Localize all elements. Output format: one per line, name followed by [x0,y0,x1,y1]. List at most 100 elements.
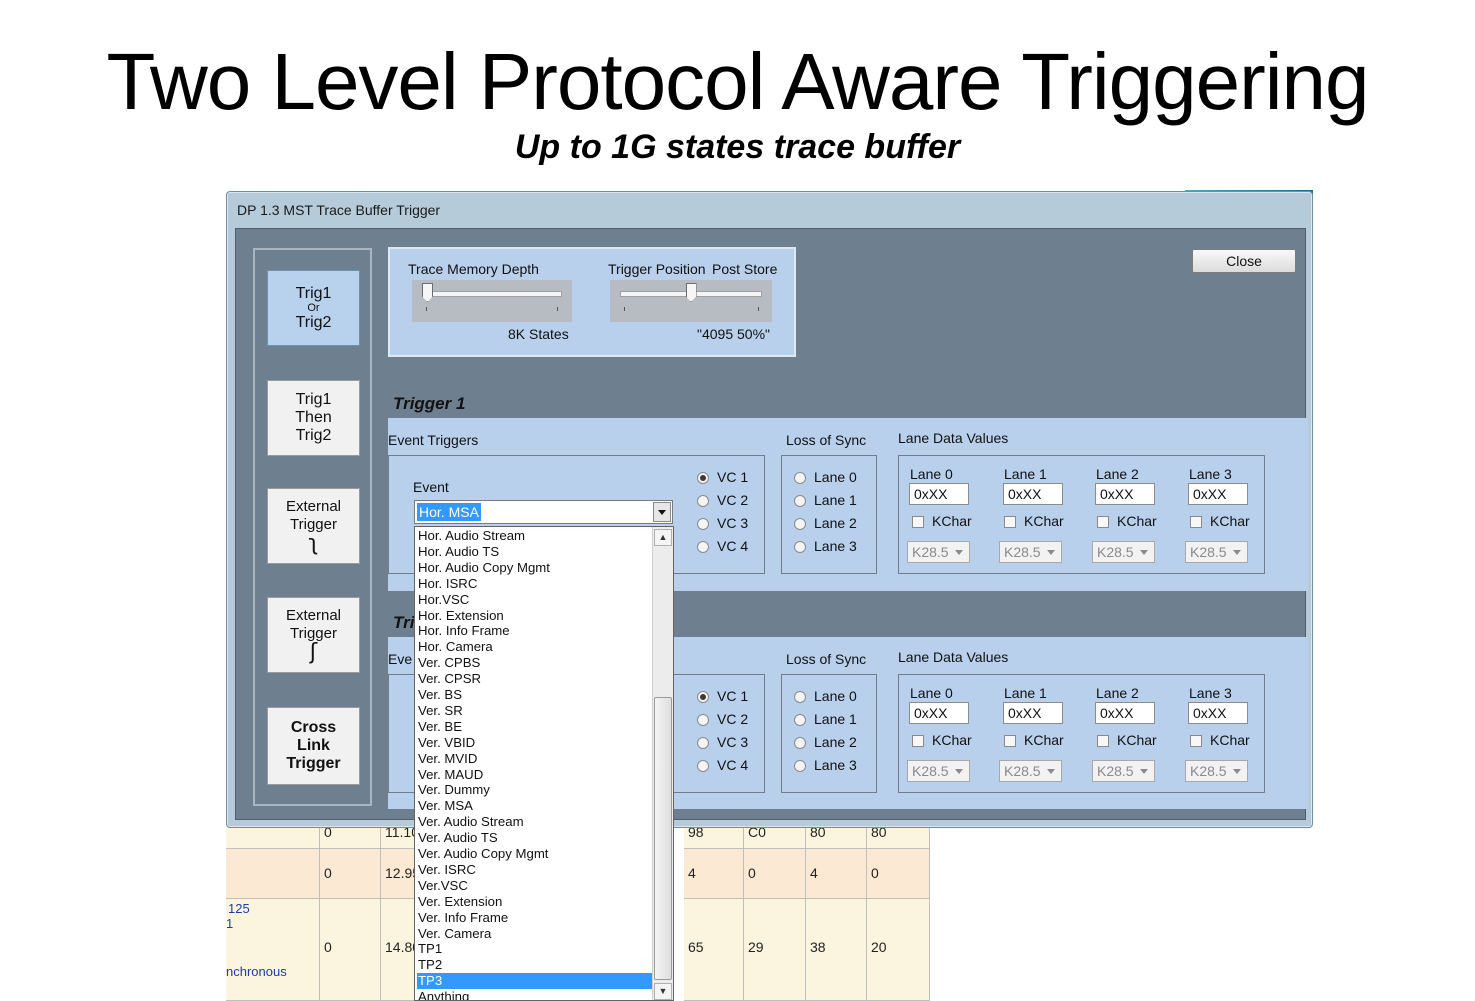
dropdown-option[interactable]: Hor.VSC [417,592,653,608]
lane3-kchar-checkbox[interactable]: KChar [1190,732,1250,748]
lane2-kcode-select[interactable]: K28.5 [1092,541,1155,563]
lane0-sync-radio[interactable]: Lane 0 [794,469,857,485]
button-label: Trigger [286,755,341,772]
lane0-kcode-select[interactable]: K28.5 [907,541,970,563]
lane1-value-input[interactable]: 0xXX [1003,483,1063,505]
dropdown-option[interactable]: TP3 [417,973,653,990]
chevron-down-icon[interactable] [653,502,671,522]
dropdown-option[interactable]: TP2 [417,957,653,973]
event-select[interactable]: Hor. MSA [414,500,673,524]
dropdown-option[interactable]: TP1 [417,941,653,957]
trig1-or-trig2-button[interactable]: Trig1 Or Trig2 [267,270,360,346]
lane1-sync-radio[interactable]: Lane 1 [794,492,857,508]
scroll-up-icon[interactable]: ▲ [654,529,672,546]
dropdown-scrollbar[interactable]: ▲ ▼ [652,527,673,1000]
dropdown-option[interactable]: Ver. SR [417,703,653,719]
radio-label: VC 4 [717,538,749,554]
dropdown-option[interactable]: Ver. BS [417,687,653,703]
dropdown-option[interactable]: Ver. CPBS [417,655,653,671]
cross-link-trigger-button[interactable]: Cross Link Trigger [267,707,360,785]
lane1-kcode-select[interactable]: K28.5 [999,541,1062,563]
lane2-value-input[interactable]: 0xXX [1095,483,1155,505]
vc4-radio[interactable]: VC 4 [697,757,748,773]
lane1-sync-radio[interactable]: Lane 1 [794,711,857,727]
event-dropdown-list[interactable]: Hor. Audio Stream Hor. Audio TS Hor. Audio… [414,526,674,1001]
loss-of-sync-group: Lane 0 Lane 1 Lane 2 Lane 3 [781,455,877,574]
lane0-kcode-select[interactable]: K28.5 [907,760,970,782]
lane0-value-input[interactable]: 0xXX [909,702,969,724]
lane0-sync-radio[interactable]: Lane 0 [794,688,857,704]
scroll-down-icon[interactable]: ▼ [654,983,672,1000]
trace-memory-depth-slider[interactable] [412,280,572,322]
dropdown-option[interactable]: Ver. MSA [417,798,653,814]
lane3-kchar-checkbox[interactable]: KChar [1190,513,1250,529]
dropdown-option[interactable]: Ver. Audio Stream [417,814,653,830]
dropdown-option[interactable]: Ver. Extension [417,894,653,910]
dropdown-option[interactable]: Hor. Extension [417,608,653,624]
falling-edge-icon: ʅ [308,531,319,556]
slider-thumb[interactable] [422,283,433,302]
radio-dot [794,691,806,703]
trigger-2-header: Tri [393,613,415,632]
external-trigger-falling-button[interactable]: External Trigger ʅ [267,488,360,564]
dropdown-option[interactable]: Hor. Audio TS [417,544,653,560]
dropdown-option[interactable]: Hor. Info Frame [417,623,653,639]
lane0-kchar-checkbox[interactable]: KChar [912,732,972,748]
dropdown-option[interactable]: Ver. ISRC [417,862,653,878]
lane3-value-input[interactable]: 0xXX [1188,702,1248,724]
dropdown-option[interactable]: Ver. Info Frame [417,910,653,926]
vc2-radio[interactable]: VC 2 [697,492,748,508]
row-label: nchronous [226,964,287,979]
dropdown-option[interactable]: Ver. MAUD [417,767,653,783]
event-selected-value: Hor. MSA [417,503,481,521]
dropdown-option[interactable]: Hor. ISRC [417,576,653,592]
radio-label: VC 4 [717,757,749,773]
dropdown-option[interactable]: Ver. MVID [417,751,653,767]
vc3-radio[interactable]: VC 3 [697,734,748,750]
dropdown-option[interactable]: Ver. Audio TS [417,830,653,846]
dropdown-option[interactable]: Anything [417,989,653,1000]
event-triggers-label: Eve [388,651,413,667]
dropdown-option[interactable]: Ver. CPSR [417,671,653,687]
vc2-radio[interactable]: VC 2 [697,711,748,727]
table-cell: 0 [320,849,381,899]
close-button[interactable]: Close [1192,249,1296,273]
dropdown-option[interactable]: Ver. Dummy [417,782,653,798]
dropdown-option[interactable]: Hor. Camera [417,639,653,655]
lane0-kchar-checkbox[interactable]: KChar [912,513,972,529]
lane2-value-input[interactable]: 0xXX [1095,702,1155,724]
lane3-sync-radio[interactable]: Lane 3 [794,757,857,773]
dropdown-option[interactable]: Ver.VSC [417,878,653,894]
dropdown-option[interactable]: Ver. BE [417,719,653,735]
trigger-position-slider[interactable] [610,280,772,322]
vc4-radio[interactable]: VC 4 [697,538,748,554]
trig1-then-trig2-button[interactable]: Trig1 Then Trig2 [267,380,360,456]
chevron-down-icon [1047,550,1055,555]
lane3-kcode-select[interactable]: K28.5 [1185,541,1248,563]
dropdown-option[interactable]: Ver. Audio Copy Mgmt [417,846,653,862]
dropdown-option[interactable]: Hor. Audio Copy Mgmt [417,560,653,576]
slider-thumb[interactable] [685,283,697,302]
lane1-value-input[interactable]: 0xXX [1003,702,1063,724]
lane0-value-input[interactable]: 0xXX [909,483,969,505]
dropdown-option[interactable]: Ver. VBID [417,735,653,751]
external-trigger-rising-button[interactable]: External Trigger ʃ [267,597,360,673]
dropdown-option[interactable]: Hor. Audio Stream [417,528,653,544]
event-label: Event [413,479,449,495]
vc1-radio[interactable]: VC 1 [697,688,748,704]
lane2-kchar-checkbox[interactable]: KChar [1097,732,1157,748]
lane3-kcode-select[interactable]: K28.5 [1185,760,1248,782]
vc3-radio[interactable]: VC 3 [697,515,748,531]
lane3-value-input[interactable]: 0xXX [1188,483,1248,505]
lane3-sync-radio[interactable]: Lane 3 [794,538,857,554]
lane2-kchar-checkbox[interactable]: KChar [1097,513,1157,529]
lane1-kchar-checkbox[interactable]: KChar [1004,513,1064,529]
lane2-kcode-select[interactable]: K28.5 [1092,760,1155,782]
scrollbar-thumb[interactable] [654,697,672,980]
lane1-kcode-select[interactable]: K28.5 [999,760,1062,782]
vc1-radio[interactable]: VC 1 [697,469,748,485]
lane2-sync-radio[interactable]: Lane 2 [794,734,857,750]
lane1-kchar-checkbox[interactable]: KChar [1004,732,1064,748]
dropdown-option[interactable]: Ver. Camera [417,926,653,942]
lane2-sync-radio[interactable]: Lane 2 [794,515,857,531]
